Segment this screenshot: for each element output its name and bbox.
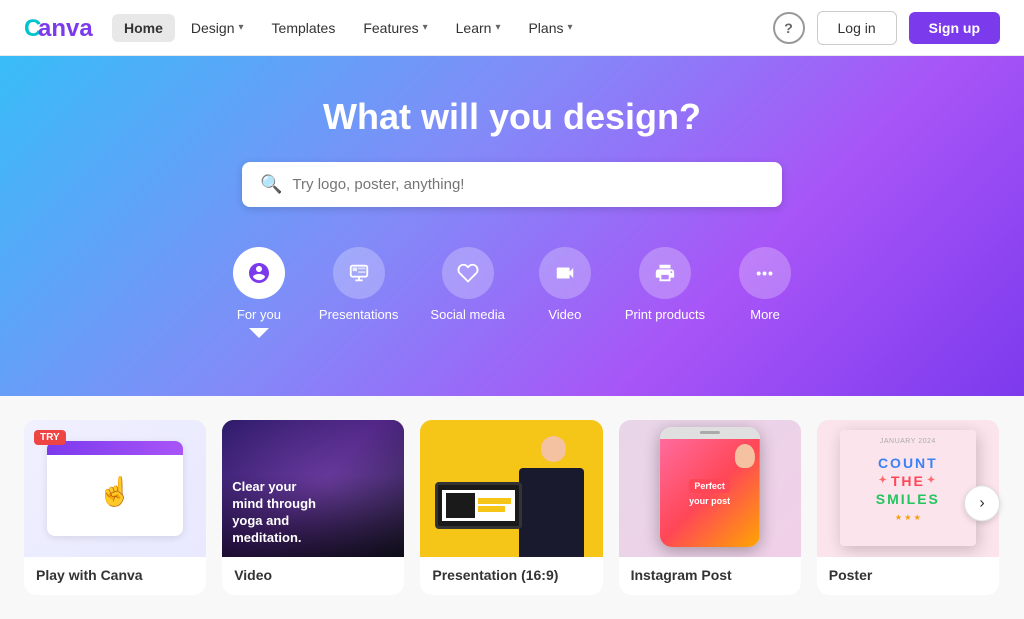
category-presentations[interactable]: Presentations — [307, 239, 411, 346]
poster-line1: COUNT — [878, 455, 938, 471]
card-label: Presentation (16:9) — [420, 557, 602, 595]
card-play-with-canva[interactable]: TRY ☝ Play with Canva — [24, 420, 206, 595]
poster-line3: SMILES — [876, 491, 940, 507]
card-label: Video — [222, 557, 404, 595]
presentations-label: Presentations — [319, 307, 399, 322]
more-icon: ••• — [739, 247, 791, 299]
social-media-icon — [442, 247, 494, 299]
category-social-media[interactable]: Social media — [418, 239, 516, 346]
hero-section: What will you design? 🔍 For you Presenta… — [0, 56, 1024, 396]
for-you-label: For you — [237, 307, 281, 322]
svg-text:anva: anva — [38, 15, 93, 42]
nav-plans[interactable]: Plans ▾ — [516, 14, 584, 42]
print-icon — [639, 247, 691, 299]
video-label: Video — [548, 307, 581, 322]
person-head — [541, 436, 567, 462]
card-instagram[interactable]: Perfect your post Instagram Post — [619, 420, 801, 595]
category-video[interactable]: Video — [525, 239, 605, 346]
card-thumbnail — [420, 420, 602, 557]
active-indicator — [249, 328, 269, 338]
more-label: More — [750, 307, 780, 322]
poster-line2: ✦THE✦ — [878, 473, 937, 489]
card-text: Clear yourmind throughyoga andmeditation… — [232, 479, 316, 547]
hero-heading: What will you design? — [20, 96, 1004, 138]
category-print-products[interactable]: Print products — [613, 239, 717, 346]
category-more[interactable]: ••• More — [725, 239, 805, 346]
category-for-you[interactable]: For you — [219, 239, 299, 346]
presentations-icon — [333, 247, 385, 299]
chevron-down-icon: ▾ — [495, 22, 500, 33]
phone-mockup: Perfect your post — [660, 427, 760, 547]
card-topbar — [47, 441, 184, 455]
search-icon: 🔍 — [260, 174, 282, 195]
card-thumbnail: TRY ☝ — [24, 420, 206, 557]
laptop — [435, 482, 522, 530]
for-you-icon — [233, 247, 285, 299]
next-arrow-button[interactable]: › — [964, 486, 1000, 522]
video-icon — [539, 247, 591, 299]
nav-home[interactable]: Home — [112, 14, 175, 42]
help-button[interactable]: ? — [773, 12, 805, 44]
card-label: Instagram Post — [619, 557, 801, 595]
card-thumbnail: Clear yourmind throughyoga andmeditation… — [222, 420, 404, 557]
chevron-down-icon: ▾ — [423, 22, 428, 33]
nav-design[interactable]: Design ▾ — [179, 14, 256, 42]
poster-card: JANUARY 2024 COUNT ✦THE✦ SMILES ★ ★ ★ — [840, 430, 977, 546]
login-button[interactable]: Log in — [817, 11, 897, 45]
try-badge: TRY — [34, 430, 66, 445]
card-label: Poster — [817, 557, 999, 595]
person-body — [519, 468, 585, 557]
nav-features[interactable]: Features ▾ — [351, 14, 439, 42]
cursor-icon: ☝ — [98, 475, 133, 508]
nav-actions: ? Log in Sign up — [773, 11, 1000, 45]
card-thumbnail: Perfect your post — [619, 420, 801, 557]
search-input[interactable] — [292, 176, 764, 193]
nav-learn[interactable]: Learn ▾ — [444, 14, 513, 42]
card-label: Play with Canva — [24, 557, 206, 595]
chevron-down-icon: ▾ — [568, 22, 573, 33]
category-tabs: For you Presentations Social media Video — [20, 239, 1004, 346]
signup-button[interactable]: Sign up — [909, 12, 1000, 44]
card-video[interactable]: Clear yourmind throughyoga andmeditation… — [222, 420, 404, 595]
cards-section: TRY ☝ Play with Canva Clear yourmind thr… — [0, 396, 1024, 619]
navbar: C anva Home Design ▾ Templates Features … — [0, 0, 1024, 56]
social-media-label: Social media — [430, 307, 504, 322]
logo[interactable]: C anva — [24, 14, 96, 42]
cards-row: TRY ☝ Play with Canva Clear yourmind thr… — [24, 420, 1000, 595]
card-overlay: Clear yourmind throughyoga andmeditation… — [222, 420, 404, 557]
search-bar: 🔍 — [242, 162, 782, 207]
print-products-label: Print products — [625, 307, 705, 322]
nav-links: Home Design ▾ Templates Features ▾ Learn… — [112, 14, 773, 42]
chevron-down-icon: ▾ — [239, 22, 244, 33]
nav-templates[interactable]: Templates — [260, 14, 348, 42]
card-presentation[interactable]: Presentation (16:9) — [420, 420, 602, 595]
card-inner: ☝ — [47, 441, 184, 537]
